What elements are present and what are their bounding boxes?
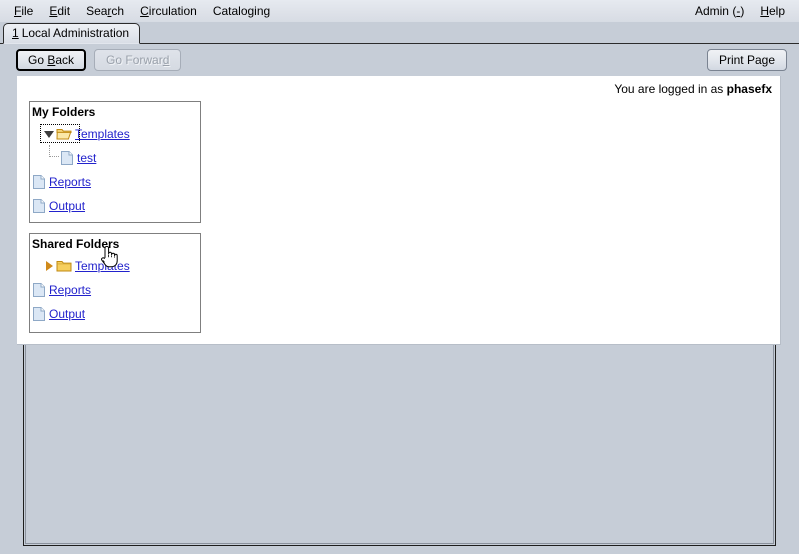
shared-folders-title: Shared Folders — [32, 237, 120, 251]
folder-open-icon — [56, 127, 72, 141]
window-outer-frame — [23, 345, 776, 546]
right-rail — [776, 345, 782, 554]
window-inner-frame — [25, 345, 774, 544]
my-folders-tree: Templates test Reports Output — [30, 122, 200, 218]
menu-cataloging[interactable]: Cataloging — [205, 2, 278, 20]
tab-number: 1 — [12, 26, 19, 40]
lower-empty-area — [17, 345, 782, 554]
left-rail — [17, 345, 23, 554]
shared-templates-link[interactable]: Templates — [75, 259, 130, 273]
menu-file[interactable]: File — [6, 2, 41, 20]
triangle-down-icon[interactable] — [42, 127, 56, 141]
tree-row[interactable]: Output — [30, 194, 200, 218]
logged-in-status: You are logged in as phasefx — [614, 82, 772, 96]
document-icon — [32, 306, 46, 322]
menu-admin[interactable]: Admin (-) — [687, 2, 752, 20]
logged-in-prefix: You are logged in as — [614, 82, 727, 96]
logged-in-username: phasefx — [726, 82, 772, 96]
menu-search[interactable]: Search — [78, 2, 132, 20]
tree-row[interactable]: Templates — [30, 122, 200, 146]
menu-circulation[interactable]: Circulation — [132, 2, 205, 20]
document-icon — [32, 198, 46, 214]
tab-strip: 1 Local Administration — [0, 22, 799, 44]
content-card: You are logged in as phasefx My Folders — [17, 76, 781, 345]
menu-edit[interactable]: Edit — [41, 2, 78, 20]
menu-help[interactable]: Help — [752, 2, 793, 20]
application-window: File Edit Search Circulation Cataloging … — [0, 0, 799, 554]
my-folders-title: My Folders — [32, 105, 96, 119]
my-output-link[interactable]: Output — [49, 199, 85, 213]
tab-local-administration[interactable]: 1 Local Administration — [3, 23, 141, 44]
my-templates-link[interactable]: Templates — [75, 127, 130, 141]
navigation-toolbar: Go Back Go Forward Print Page — [0, 44, 799, 76]
go-back-button[interactable]: Go Back — [16, 49, 87, 71]
tab-label: Local Administration — [21, 26, 130, 40]
document-icon — [32, 282, 46, 298]
document-icon — [60, 150, 74, 166]
my-test-link[interactable]: test — [77, 151, 96, 165]
go-forward-button[interactable]: Go Forward — [94, 49, 182, 71]
my-reports-link[interactable]: Reports — [49, 175, 91, 189]
shared-reports-link[interactable]: Reports — [49, 283, 91, 297]
shared-folders-panel: Shared Folders Templates Reports Output — [29, 233, 201, 333]
menu-bar: File Edit Search Circulation Cataloging … — [0, 0, 799, 22]
shared-output-link[interactable]: Output — [49, 307, 85, 321]
tree-row[interactable]: test — [30, 145, 200, 170]
tree-row[interactable]: Templates — [30, 254, 200, 278]
triangle-right-icon[interactable] — [42, 259, 56, 273]
tree-row[interactable]: Reports — [30, 278, 200, 302]
my-folders-panel: My Folders Templates test Reports Output — [29, 101, 201, 223]
folder-closed-icon — [56, 259, 72, 273]
tree-row[interactable]: Output — [30, 302, 200, 326]
tree-row[interactable]: Reports — [30, 170, 200, 194]
print-page-button[interactable]: Print Page — [706, 49, 787, 71]
document-icon — [32, 174, 46, 190]
tree-guide-line — [49, 145, 59, 157]
shared-folders-tree: Templates Reports Output — [30, 254, 200, 326]
content-region: You are logged in as phasefx My Folders — [0, 76, 799, 554]
